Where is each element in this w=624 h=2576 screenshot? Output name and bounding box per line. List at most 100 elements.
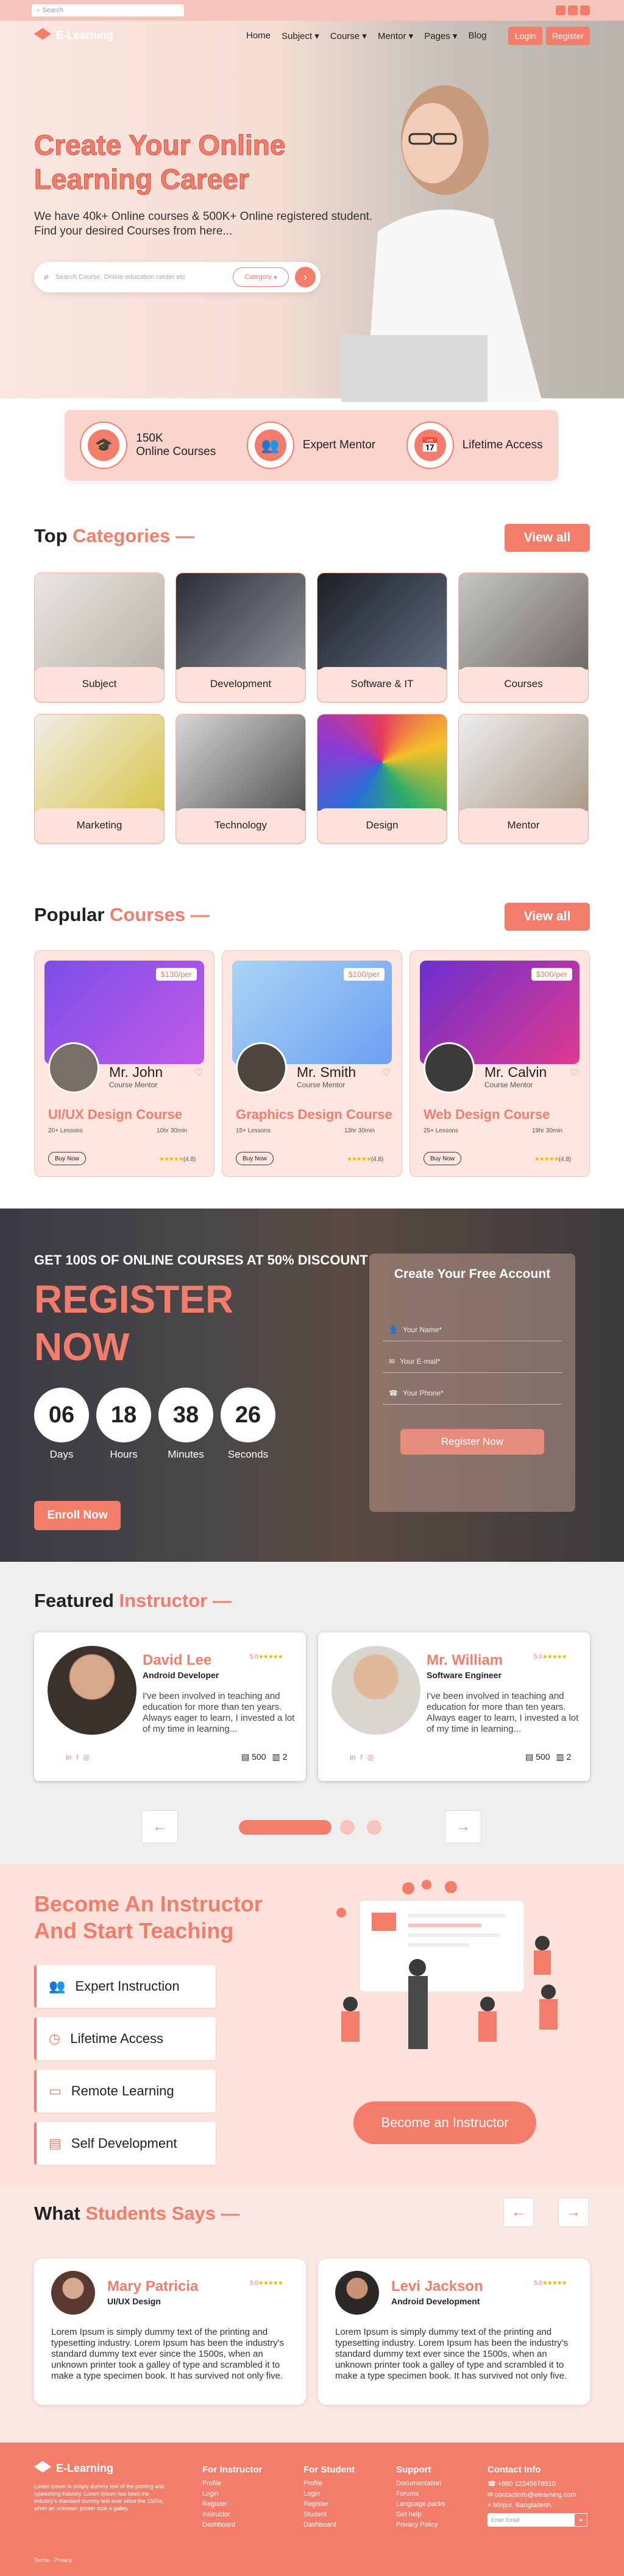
course-card[interactable]: $100/per Mr. Smith Course Mentor ♡ Graphi…: [222, 950, 402, 1177]
linkedin-icon[interactable]: in: [66, 1753, 71, 1762]
slider-indicator-active[interactable]: [239, 1820, 332, 1835]
countdown-minutes: 38: [158, 1388, 213, 1442]
category-card-marketing[interactable]: Marketing: [34, 714, 165, 844]
nav-subject[interactable]: Subject ▾: [282, 30, 319, 41]
category-image: [35, 573, 164, 669]
search-submit-button[interactable]: ›: [295, 267, 316, 288]
price-badge: $100/per: [343, 968, 385, 981]
testimonials-next-button[interactable]: →: [558, 2198, 589, 2227]
book-icon: ▤: [49, 2136, 62, 2151]
category-card-software-it[interactable]: Software & IT: [317, 573, 447, 703]
instructor-card[interactable]: Mr. William Software Engineer 5.0★★★★★ I…: [318, 1632, 590, 1781]
category-card-mentor[interactable]: Mentor: [458, 714, 589, 844]
buy-now-button[interactable]: Buy Now: [424, 1152, 461, 1165]
phone-link[interactable]: ☎ +880 12345678910: [488, 2480, 587, 2488]
feature-remote-learning: ▭ Remote Learning: [34, 2070, 216, 2112]
instructors-heading: Featured Instructor —: [34, 1590, 232, 1611]
heart-icon[interactable]: ♡: [194, 1067, 203, 1079]
instagram-icon[interactable]: ◎: [367, 1753, 374, 1762]
category-card-courses[interactable]: Courses: [458, 573, 589, 703]
buy-now-button[interactable]: Buy Now: [48, 1152, 86, 1165]
instructor-card[interactable]: David Lee Android Developer 5.0★★★★★ I'v…: [34, 1632, 306, 1781]
register-now-submit-button[interactable]: Register Now: [400, 1429, 544, 1455]
mentor-avatar: [424, 1042, 475, 1093]
slider-indicator[interactable]: [340, 1820, 355, 1835]
heart-icon[interactable]: ♡: [570, 1067, 578, 1079]
hero-person-image: [341, 85, 542, 402]
student-avatar: [335, 2271, 379, 2315]
buy-now-button[interactable]: Buy Now: [236, 1152, 274, 1165]
categories-heading: Top Categories —: [34, 525, 194, 546]
rating-stars: ★★★★★: [534, 1156, 559, 1163]
facebook-icon[interactable]: [556, 5, 566, 15]
enroll-now-button[interactable]: Enroll Now: [34, 1501, 121, 1530]
nav-course[interactable]: Course ▾: [330, 30, 367, 41]
nav-blog[interactable]: Blog: [468, 30, 486, 41]
prev-arrow-button[interactable]: ←: [141, 1810, 178, 1843]
register-button[interactable]: Register: [546, 27, 590, 45]
signup-form: Create Your Free Account 👤 Your Name* ✉ Yo…: [369, 1254, 575, 1512]
heart-icon[interactable]: ♡: [382, 1067, 391, 1079]
nav-pages[interactable]: Pages ▾: [424, 30, 457, 41]
countdown-hours: 18: [96, 1388, 151, 1442]
category-card-subject[interactable]: Subject: [34, 573, 165, 703]
instagram-icon[interactable]: ◎: [83, 1753, 90, 1762]
next-arrow-button[interactable]: →: [445, 1810, 481, 1843]
facebook-icon[interactable]: f: [76, 1753, 78, 1762]
hero-search-input[interactable]: Search Course, Online education center e…: [55, 273, 185, 281]
email-field[interactable]: ✉ Your E-mail*: [383, 1350, 562, 1373]
name-field[interactable]: 👤 Your Name*: [383, 1318, 562, 1341]
testimonial-card: Mary Patricia UI/UX Design 5.0★★★★★ Lore…: [34, 2259, 306, 2405]
login-button[interactable]: Login: [508, 27, 542, 45]
category-card-design[interactable]: Design: [317, 714, 447, 844]
monitor-icon: ▭: [49, 2083, 62, 2098]
phone-field[interactable]: ☎ Your Phone*: [383, 1382, 562, 1405]
testimonial-card: Levi Jackson Android Development 5.0★★★★…: [318, 2259, 590, 2405]
rating-stars: ★★★★★: [258, 1654, 283, 1660]
hero-subtitle: We have 40k+ Online courses & 500K+ Onli…: [34, 210, 373, 238]
top-search-input[interactable]: ⌕ Search: [32, 4, 184, 16]
course-card[interactable]: $130/per Mr. John Course Mentor ♡ UI/UX D…: [34, 950, 214, 1177]
stat-courses: 🎓 150K Online Courses: [80, 422, 216, 469]
people-icon: 👥: [49, 1978, 66, 1994]
duration: 19hr 30min: [532, 1127, 563, 1134]
footer: E-Learning Lorem Ipsum is simply dummy t…: [0, 2443, 624, 2576]
courses-count: ▤ 500: [241, 1752, 266, 1762]
feature-lifetime-access: ◷ Lifetime Access: [34, 2017, 216, 2060]
linkedin-icon[interactable]: in: [350, 1753, 355, 1762]
testimonials-prev-button[interactable]: ←: [503, 2198, 534, 2227]
hero-title: Create Your Online Learning Career: [34, 129, 286, 196]
nav-mentor[interactable]: Mentor ▾: [378, 30, 413, 41]
category-card-technology[interactable]: Technology: [176, 714, 306, 844]
instructor-avatar: [48, 1646, 136, 1735]
nav-home[interactable]: Home: [246, 30, 271, 41]
course-card[interactable]: $300/per Mr. Calvin Course Mentor ♡ Web D…: [410, 950, 590, 1177]
footer-logo[interactable]: E-Learning: [34, 2461, 113, 2475]
subscribe-input[interactable]: Enter Email ➤: [488, 2513, 587, 2527]
stats-bar: 🎓 150K Online Courses 👥 Expert Mentor 📅 Life…: [65, 410, 558, 481]
instagram-icon[interactable]: [580, 5, 590, 15]
main-nav: Home Subject ▾ Course ▾ Mentor ▾ Pages ▾…: [246, 30, 487, 41]
slider-indicator[interactable]: [367, 1820, 381, 1835]
mail-icon: ✉: [389, 1357, 395, 1366]
courses-heading: Popular Courses —: [34, 904, 210, 925]
category-card-development[interactable]: Development: [176, 573, 306, 703]
phone-icon: ☎: [389, 1388, 398, 1397]
student-avatar: [51, 2271, 95, 2315]
categories-view-all-button[interactable]: View all: [505, 524, 590, 552]
facebook-icon[interactable]: f: [360, 1753, 362, 1762]
courses-view-all-button[interactable]: View all: [505, 903, 590, 931]
send-icon[interactable]: ➤: [574, 2513, 587, 2527]
category-dropdown[interactable]: Category ▾: [233, 267, 289, 287]
become-instructor-button[interactable]: Become an Instructor: [353, 2101, 536, 2144]
twitter-icon[interactable]: [568, 5, 578, 15]
brand-logo[interactable]: E-Learning: [34, 28, 113, 43]
register-now-heading: REGISTER NOW: [34, 1277, 234, 1369]
people-icon: 👥: [246, 422, 294, 469]
search-icon: ⌕: [44, 272, 49, 282]
instructor-avatar: [332, 1646, 420, 1735]
category-image: [176, 715, 305, 811]
address-link[interactable]: ⌖ Mirpur, Bangladesh: [488, 2502, 587, 2510]
email-link[interactable]: ✉ contactinfo@elearning.com: [488, 2491, 587, 2499]
mentor-avatar: [236, 1042, 287, 1093]
